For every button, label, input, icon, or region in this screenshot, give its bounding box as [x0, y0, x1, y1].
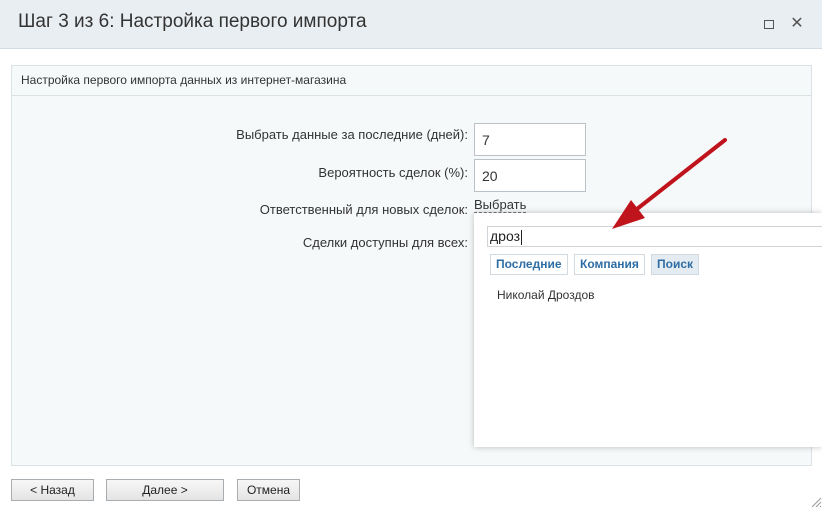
- next-button[interactable]: Далее >: [106, 479, 224, 501]
- back-button[interactable]: < Назад: [11, 479, 94, 501]
- text-caret: [521, 229, 523, 245]
- probability-input[interactable]: 20: [474, 159, 586, 192]
- search-result-item[interactable]: Николай Дроздов: [497, 288, 595, 302]
- probability-label: Вероятность сделок (%):: [318, 165, 468, 180]
- dialog-titlebar: Шаг 3 из 6: Настройка первого импорта ✕: [0, 0, 822, 49]
- close-icon[interactable]: ✕: [788, 14, 806, 34]
- days-input[interactable]: 7: [474, 123, 586, 156]
- user-selector-popup: дроз Последние Компания Поиск Николай Др…: [474, 213, 822, 447]
- resize-grip-icon[interactable]: [810, 496, 822, 508]
- available-label: Сделки доступны для всех:: [302, 235, 468, 250]
- search-text: дроз: [490, 228, 521, 244]
- responsible-label: Ответственный для новых сделок:: [259, 202, 468, 217]
- days-label: Выбрать данные за последние (дней):: [236, 127, 468, 142]
- maximize-icon[interactable]: [760, 14, 778, 34]
- tab-company[interactable]: Компания: [574, 254, 645, 275]
- choose-responsible-link[interactable]: Выбрать: [474, 197, 527, 213]
- dialog-title: Шаг 3 из 6: Настройка первого импорта: [18, 11, 367, 32]
- user-search-input[interactable]: дроз: [487, 226, 822, 247]
- panel-header: Настройка первого импорта данных из инте…: [12, 66, 811, 96]
- tab-recent[interactable]: Последние: [490, 254, 568, 275]
- tab-search[interactable]: Поиск: [651, 254, 700, 275]
- cancel-button[interactable]: Отмена: [237, 479, 300, 501]
